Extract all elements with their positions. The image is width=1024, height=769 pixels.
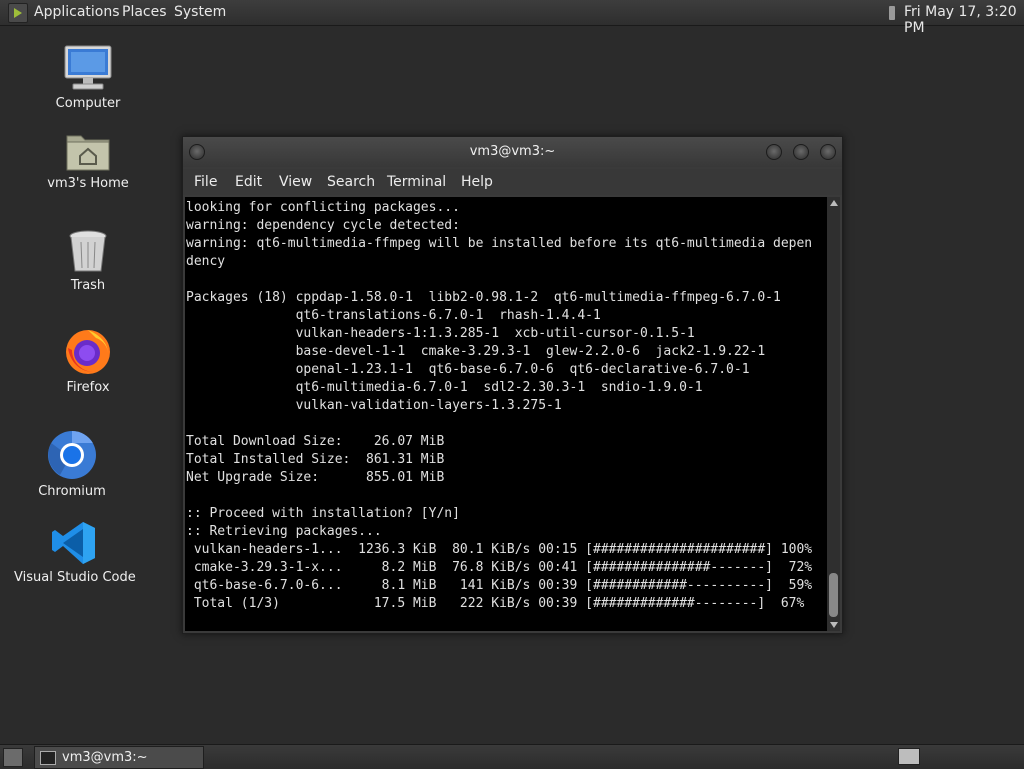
home-folder-icon xyxy=(66,135,110,171)
system-menu[interactable]: System xyxy=(174,4,226,20)
terminal-line: Total Installed Size: 861.31 MiB xyxy=(186,452,445,467)
terminal-line: openal-1.23.1-1 qt6-base-6.7.0-6 qt6-dec… xyxy=(186,362,750,377)
terminal-line: Total Download Size: 26.07 MiB xyxy=(186,434,445,449)
taskbar-item-terminal[interactable]: vm3@vm3:~ xyxy=(34,746,204,769)
terminal-line: Packages (18) cppdap-1.58.0-1 libb2-0.98… xyxy=(186,290,781,305)
desktop-icon-trash[interactable]: Trash xyxy=(40,228,136,293)
scroll-thumb[interactable] xyxy=(829,573,838,617)
terminal-output[interactable]: looking for conflicting packages... warni… xyxy=(185,197,827,631)
menu-terminal[interactable]: Terminal xyxy=(387,174,446,190)
terminal-line: qt6-base-6.7.0-6... 8.1 MiB 141 KiB/s 00… xyxy=(186,578,813,593)
applications-menu[interactable]: Applications xyxy=(34,4,120,20)
terminal-line: base-devel-1-1 cmake-3.29.3-1 glew-2.2.0… xyxy=(186,344,766,359)
workspace-switcher[interactable] xyxy=(898,748,920,765)
show-desktop-icon[interactable] xyxy=(3,748,23,767)
terminal-line: vulkan-headers-1... 1236.3 KiB 80.1 KiB/… xyxy=(186,542,813,557)
menu-file[interactable]: File xyxy=(194,174,217,190)
desktop-icon-label: Visual Studio Code xyxy=(14,570,136,585)
terminal-line: vulkan-validation-layers-1.3.275-1 xyxy=(186,398,562,413)
firefox-icon xyxy=(66,330,110,374)
terminal-scrollbar[interactable] xyxy=(827,197,840,631)
desktop-icon-label: Trash xyxy=(70,278,106,293)
terminal-menubar: File Edit View Search Terminal Help xyxy=(183,169,842,195)
menu-help[interactable]: Help xyxy=(461,174,493,190)
terminal-line: vulkan-headers-1:1.3.285-1 xcb-util-curs… xyxy=(186,326,695,341)
window-title: vm3@vm3:~ xyxy=(469,144,556,159)
terminal-line: warning: qt6-multimedia-ffmpeg will be i… xyxy=(186,236,813,251)
window-titlebar[interactable]: vm3@vm3:~ xyxy=(183,137,842,167)
terminal-line: :: Retrieving packages... xyxy=(186,524,382,539)
close-icon[interactable] xyxy=(820,144,836,160)
terminal-line: dency xyxy=(186,254,226,269)
terminal-icon xyxy=(40,751,56,765)
terminal-line: :: Proceed with installation? [Y/n] xyxy=(186,506,460,521)
desktop-icon-chromium[interactable]: Chromium xyxy=(24,430,120,499)
places-menu[interactable]: Places xyxy=(122,4,167,20)
menu-view[interactable]: View xyxy=(279,174,312,190)
scroll-down-icon[interactable] xyxy=(830,622,838,628)
terminal-line: warning: dependency cycle detected: xyxy=(186,218,460,233)
desktop-icon-label: Chromium xyxy=(38,484,106,499)
terminal-line: qt6-translations-6.7.0-1 rhash-1.4.4-1 xyxy=(186,308,601,323)
clock[interactable]: Fri May 17, 3:20 PM xyxy=(904,4,1024,36)
menu-search[interactable]: Search xyxy=(327,174,375,190)
maximize-icon[interactable] xyxy=(793,144,809,160)
desktop-icon-home[interactable]: vm3's Home xyxy=(40,128,136,191)
terminal-line: looking for conflicting packages... xyxy=(186,200,460,215)
desktop-icon-vscode[interactable]: Visual Studio Code xyxy=(14,520,136,585)
terminal-line: cmake-3.29.3-1-x... 8.2 MiB 76.8 KiB/s 0… xyxy=(186,560,813,575)
main-menu-icon[interactable] xyxy=(8,3,28,23)
taskbar-item-label: vm3@vm3:~ xyxy=(62,750,148,765)
desktop-icon-firefox[interactable]: Firefox xyxy=(40,326,136,395)
desktop-icon-label: vm3's Home xyxy=(47,176,129,191)
terminal-line: Net Upgrade Size: 855.01 MiB xyxy=(186,470,445,485)
chromium-icon xyxy=(48,431,96,479)
top-panel: Applications Places System Fri May 17, 3… xyxy=(0,0,1024,36)
trash-icon xyxy=(69,230,107,272)
terminal-window: vm3@vm3:~ File Edit View Search Terminal… xyxy=(182,136,843,634)
menu-edit[interactable]: Edit xyxy=(235,174,262,190)
minimize-icon[interactable] xyxy=(766,144,782,160)
desktop-icon-label: Firefox xyxy=(66,380,110,395)
desktop-icon-label: Computer xyxy=(55,96,121,111)
computer-icon xyxy=(64,45,112,90)
vscode-icon xyxy=(52,522,95,564)
terminal-line: Total (1/3) 17.5 MiB 222 KiB/s 00:39 [##… xyxy=(186,596,805,611)
panel-separator-icon xyxy=(889,6,895,20)
terminal-text: looking for conflicting packages... warni… xyxy=(185,197,827,613)
scroll-up-icon[interactable] xyxy=(830,200,838,206)
terminal-line: qt6-multimedia-6.7.0-1 sdl2-2.30.3-1 snd… xyxy=(186,380,703,395)
desktop-icon-computer[interactable]: Computer xyxy=(40,44,136,111)
bottom-panel: vm3@vm3:~ xyxy=(0,744,1024,769)
